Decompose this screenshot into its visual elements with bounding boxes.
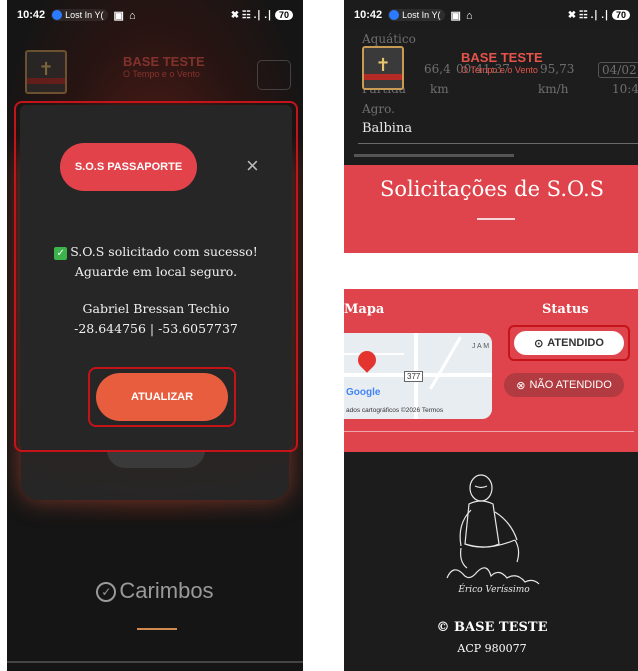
map-road [429,336,462,390]
sos-requests-section: Solicitações de S.O.S Mapa Status 377 J … [344,165,638,452]
row-value-2: 95,73 [540,62,575,76]
section-underline [137,628,177,630]
notification-icons: ▣ ⌂ [450,9,474,22]
status-attended-button[interactable]: ⊙ ATENDIDO [514,331,624,355]
signal-icons: ✖ ☷ .∣ .∣ [230,9,272,21]
app-logo: ✝ [25,50,67,94]
menu-button[interactable] [257,60,291,90]
attended-label: ATENDIDO [547,337,604,349]
brand-subtitle: O Tempo e o Vento [123,69,200,79]
nav-bar [7,661,303,663]
close-icon[interactable]: × [246,155,259,177]
now-playing-text: Lost In Y( [402,10,441,20]
notification-icons: ▣ ⌂ [113,9,137,22]
footer-copyright: © BASE TESTE [436,620,548,635]
row-time: 10:4 [612,82,638,96]
section-title: Solicitações de S.O.S [379,177,605,201]
person-info: Gabriel Bressan Techio -28.644756 | -53.… [20,299,292,339]
status-bar: 10:42 Lost In Y( ▣ ⌂ ✖ ☷ .∣ .∣ 70 [7,0,303,30]
now-playing-chip: Lost In Y( [51,9,108,21]
row-value-1: 66,4 [424,62,451,76]
row-date[interactable]: 04/02 [598,62,638,78]
success-line-2: Aguarde em local seguro. [74,264,238,279]
cross-icon: ✝ [38,59,54,79]
check-icon: ✓ [54,247,68,260]
logo-band [27,78,65,84]
battery-indicator: 70 [274,10,293,20]
section-carimbos: ✓ Carimbos [7,578,303,604]
brand-title: BASE TESTE [123,54,205,69]
brand-text: BASE TESTE O Tempo e o Vento [123,54,205,79]
carimbos-title: Carimbos [119,578,214,603]
title-underline [477,218,515,220]
sos-modal: S.O.S PASSAPORTE × ✓ S.O.S solicitado com… [20,105,292,450]
music-icon [389,10,400,20]
now-playing-text: Lost In Y( [65,10,104,20]
coordinates: -28.644756 | -53.6057737 [74,321,238,336]
success-message: ✓ S.O.S solicitado com sucesso! Aguarde e… [20,242,292,282]
map-pin-icon [354,347,380,373]
map-place-label: J A M [472,343,490,350]
check-circle-icon: ⊙ [534,337,544,350]
google-logo: Google [346,387,381,398]
brand-title: BASE TESTE [461,50,543,65]
row-label-aquatico: Aquático [362,32,416,46]
status-time: 10:42 [17,9,46,21]
location-value: Balbina [362,121,413,136]
left-phone-screen: 10:42 Lost In Y( ▣ ⌂ ✖ ☷ .∣ .∣ 70 ✝ BASE… [7,0,303,671]
trip-list-area: Aquático 66,4 00:41:37 95,73 04/02 Parti… [344,30,638,160]
app-header: ✝ BASE TESTE O Tempo e o Vento [7,30,303,100]
logo-band [364,74,402,80]
brand-text: BASE TESTE O Tempo e o Vento [461,50,543,75]
table-header-bar [344,253,638,289]
check-circle-icon: ✓ [96,582,117,602]
scroll-handle[interactable] [354,154,514,157]
status-right: ✖ ☷ .∣ .∣ 70 [231,10,293,21]
x-circle-icon: ⊗ [516,379,526,392]
col-header-map: Mapa [344,302,385,317]
signal-icons: ✖ ☷ .∣ .∣ [567,9,609,21]
row-unit-kmh: km/h [538,82,569,96]
brand-subtitle: O Tempo e o Vento [461,65,538,75]
signature-text: Érico Veríssimo [457,583,530,595]
sos-passport-button[interactable]: S.O.S PASSAPORTE [60,143,197,191]
map-attribution: ados cartográficos ©2026 Termos [346,407,444,414]
status-time: 10:42 [354,9,383,21]
status-bar: 10:42 Lost In Y( ▣ ⌂ ✖ ☷ .∣ .∣ 70 [344,0,638,30]
not-attended-label: NÃO ATENDIDO [529,379,612,391]
signature-portrait: Érico Veríssimo [446,474,540,595]
row-divider [344,431,634,432]
person-name: Gabriel Bressan Techio [82,301,230,316]
row-label-agro: Agro. [362,102,395,116]
app-logo: ✝ [362,46,404,90]
music-icon [52,10,63,20]
success-line-1: S.O.S solicitado com sucesso! [70,244,258,259]
row-divider [358,143,638,144]
row-unit-km: km [430,82,449,96]
update-button[interactable]: ATUALIZAR [96,373,228,421]
footer-acp: ACP 980077 [457,642,527,655]
status-right: ✖ ☷ .∣ .∣ 70 [568,10,630,21]
map-thumbnail[interactable]: 377 J A M Google ados cartográficos ©202… [344,333,492,419]
route-shield: 377 [404,371,424,382]
col-header-status: Status [542,302,589,317]
right-phone-screen: 10:42 Lost In Y( ▣ ⌂ ✖ ☷ .∣ .∣ 70 Aquáti… [344,0,638,671]
cross-icon: ✝ [375,55,391,75]
status-not-attended-button[interactable]: ⊗ NÃO ATENDIDO [504,373,624,397]
battery-indicator: 70 [611,10,630,20]
now-playing-chip: Lost In Y( [388,9,445,21]
